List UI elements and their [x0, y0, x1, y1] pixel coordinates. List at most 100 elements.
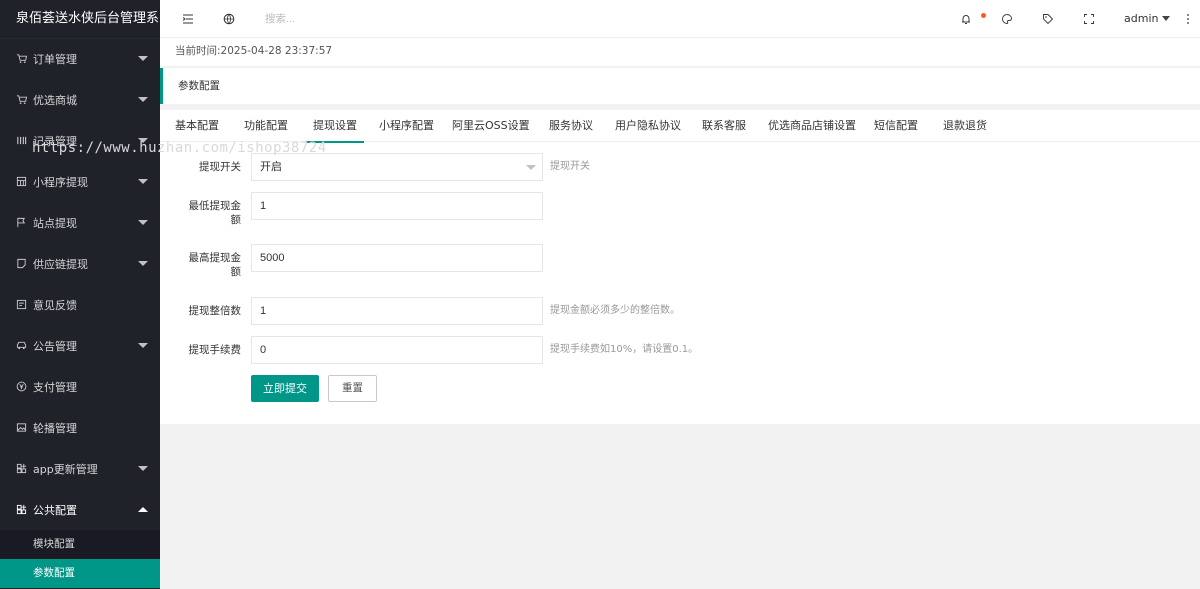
- sidebar-item-mall[interactable]: 优选商城: [0, 79, 160, 120]
- sidebar-item-site-withdraw[interactable]: 站点提现: [0, 202, 160, 243]
- note-icon: [15, 258, 27, 270]
- switch-tip: 提现开关: [550, 161, 590, 172]
- tag-icon[interactable]: [1041, 12, 1055, 26]
- chevron-down-icon: [138, 137, 148, 143]
- sidebar-item-label: 记录管理: [33, 134, 77, 148]
- sidebar: 泉佰荟送水侠后台管理系 订单管理 优选商城 记录管理 小程序提现 站点提现 供应…: [0, 0, 160, 589]
- sidebar-item-label: 公共配置: [33, 503, 77, 517]
- switch-select[interactable]: 开启: [251, 153, 543, 181]
- feedback-icon: [15, 299, 27, 311]
- tab-customer-service[interactable]: 联系客服: [702, 110, 746, 142]
- form-row-switch: 提现开关 开启 提现开关: [160, 153, 1200, 181]
- sidebar-item-announcements[interactable]: 公告管理: [0, 325, 160, 366]
- chevron-down-icon: [138, 178, 148, 184]
- sidebar-item-label: app更新管理: [33, 462, 98, 476]
- min-amount-input[interactable]: [251, 192, 543, 220]
- form-row-multiple: 提现整倍数 提现金额必须多少的整倍数。: [160, 297, 1200, 325]
- reset-button[interactable]: 重置: [328, 375, 377, 402]
- max-amount-input[interactable]: [251, 244, 543, 272]
- menu-toggle-icon[interactable]: [181, 12, 195, 26]
- min-amount-label: 最低提现金额: [188, 200, 242, 226]
- multiple-tip: 提现金额必须多少的整倍数。: [550, 305, 680, 316]
- sidebar-item-records[interactable]: 记录管理: [0, 120, 160, 161]
- yen-icon: [15, 381, 27, 393]
- sidebar-item-supply-withdraw[interactable]: 供应链提现: [0, 243, 160, 284]
- sidebar-item-label: 轮播管理: [33, 421, 77, 435]
- sidebar-item-label: 小程序提现: [33, 175, 88, 189]
- sidebar-item-label: 优选商城: [33, 93, 77, 107]
- search-input[interactable]: [265, 9, 465, 29]
- sidebar-item-app-update[interactable]: app更新管理: [0, 448, 160, 489]
- multiple-input[interactable]: [251, 297, 543, 325]
- sidebar-item-orders[interactable]: 订单管理: [0, 38, 160, 79]
- user-menu[interactable]: admin: [1124, 12, 1171, 25]
- chevron-up-icon: [138, 506, 148, 512]
- bell-icon[interactable]: [959, 12, 973, 26]
- fee-label: 提现手续费: [188, 344, 242, 356]
- notification-badge: [981, 13, 986, 18]
- chevron-down-icon: [138, 219, 148, 225]
- tab-sms[interactable]: 短信配置: [874, 110, 918, 142]
- sidebar-item-label: 订单管理: [33, 52, 77, 66]
- top-header: admin: [160, 0, 1200, 38]
- form-row-fee: 提现手续费 提现手续费如10%，请设置0.1。: [160, 336, 1200, 364]
- settings-tabs: 基本配置 功能配置 提现设置 小程序配置 阿里云OSS设置 服务协议 用户隐私协…: [160, 110, 1200, 143]
- chevron-down-icon: [138, 260, 148, 266]
- sidebar-item-label: 供应链提现: [33, 257, 88, 271]
- sidebar-item-miniapp-withdraw[interactable]: 小程序提现: [0, 161, 160, 202]
- theme-icon[interactable]: [1000, 12, 1014, 26]
- chevron-down-icon: [138, 465, 148, 471]
- sidebar-subitem-param-config[interactable]: 参数配置: [0, 559, 160, 588]
- fullscreen-icon[interactable]: [1082, 12, 1096, 26]
- chevron-down-icon: [138, 96, 148, 102]
- picture-icon: [15, 422, 27, 434]
- fee-input[interactable]: [251, 336, 543, 364]
- chevron-down-icon: [138, 55, 148, 61]
- tab-miniapp[interactable]: 小程序配置: [379, 110, 434, 142]
- car-icon: [15, 340, 27, 352]
- max-amount-label: 最高提现金额: [188, 252, 242, 278]
- sidebar-item-label: 公告管理: [33, 339, 77, 353]
- current-time: 当前时间:2025-04-28 23:37:57: [160, 38, 1200, 67]
- form-row-max: 最高提现金额: [160, 244, 1200, 278]
- sidebar-item-label: 意见反馈: [33, 298, 77, 312]
- tab-oss[interactable]: 阿里云OSS设置: [452, 110, 530, 142]
- app-icon: [15, 463, 27, 475]
- settings-panel: 基本配置 功能配置 提现设置 小程序配置 阿里云OSS设置 服务协议 用户隐私协…: [160, 110, 1200, 424]
- sidebar-item-carousel[interactable]: 轮播管理: [0, 407, 160, 448]
- switch-label: 提现开关: [199, 161, 241, 173]
- switch-select-value: 开启: [260, 161, 282, 173]
- submit-button[interactable]: 立即提交: [251, 375, 319, 402]
- app-logo-title: 泉佰荟送水侠后台管理系: [0, 0, 160, 38]
- sidebar-submenu: 模块配置 参数配置: [0, 530, 160, 588]
- flag-icon: [15, 217, 27, 229]
- fee-tip: 提现手续费如10%，请设置0.1。: [550, 344, 699, 355]
- tab-shop-settings[interactable]: 优选商品店铺设置: [768, 110, 856, 142]
- app-icon: [15, 504, 27, 516]
- globe-icon[interactable]: [222, 12, 236, 26]
- grid-icon: [15, 176, 27, 188]
- cart-icon: [15, 94, 27, 106]
- tab-refund[interactable]: 退款退货: [943, 110, 987, 142]
- chevron-down-icon: [138, 342, 148, 348]
- sidebar-item-feedback[interactable]: 意见反馈: [0, 284, 160, 325]
- tab-withdraw[interactable]: 提现设置: [306, 110, 364, 143]
- caret-down-icon: [526, 165, 536, 170]
- tab-features[interactable]: 功能配置: [244, 110, 288, 142]
- sidebar-item-label: 站点提现: [33, 216, 77, 230]
- cart-icon: [15, 53, 27, 65]
- tab-service-agreement[interactable]: 服务协议: [549, 110, 593, 142]
- sidebar-item-label: 支付管理: [33, 380, 77, 394]
- sidebar-subitem-module-config[interactable]: 模块配置: [0, 530, 160, 559]
- sidebar-item-payment[interactable]: 支付管理: [0, 366, 160, 407]
- caret-down-icon: [1162, 16, 1171, 21]
- more-vertical-icon[interactable]: [1181, 12, 1195, 26]
- tab-privacy[interactable]: 用户隐私协议: [615, 110, 681, 142]
- multiple-label: 提现整倍数: [188, 305, 242, 317]
- form-row-min: 最低提现金额: [160, 192, 1200, 226]
- tab-basic[interactable]: 基本配置: [175, 110, 219, 142]
- page-title: 参数配置: [160, 68, 1200, 104]
- list-icon: [15, 135, 27, 147]
- username: admin: [1124, 12, 1159, 25]
- sidebar-item-public-config[interactable]: 公共配置: [0, 489, 160, 530]
